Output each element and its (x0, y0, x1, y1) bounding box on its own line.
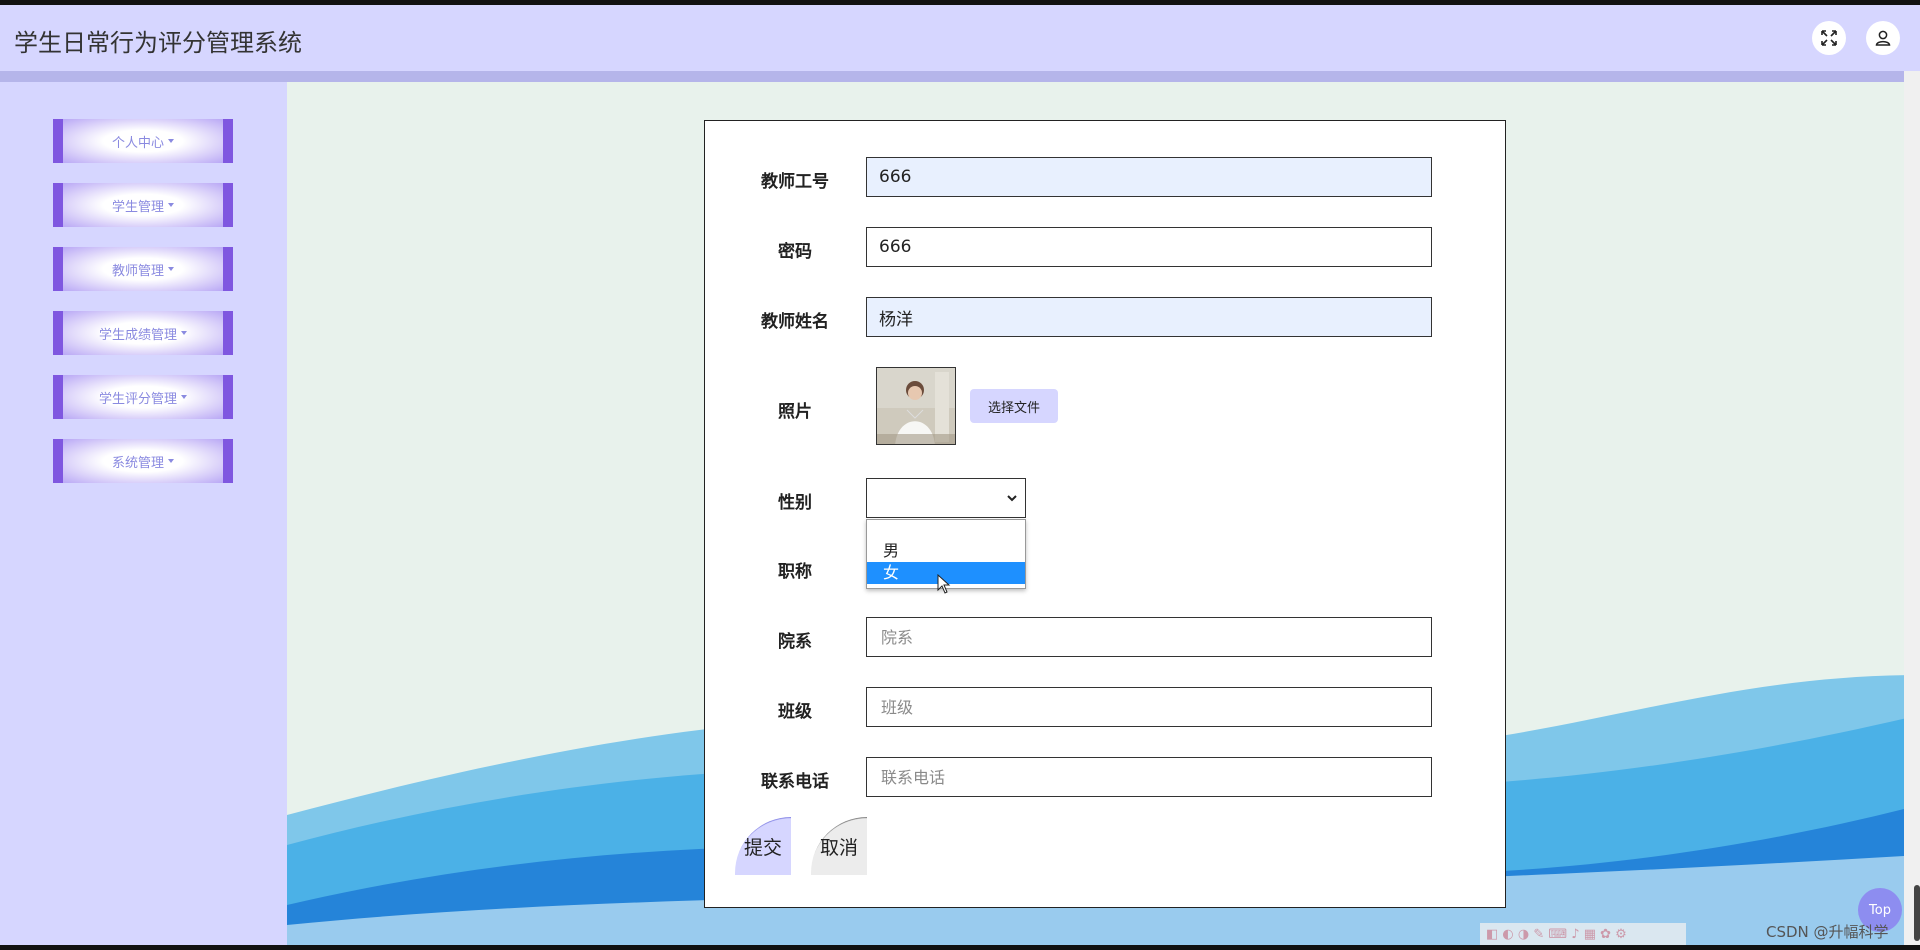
teacher-photo-image (877, 368, 955, 444)
class-input[interactable] (879, 696, 1419, 718)
photo-label: 照片 (778, 402, 812, 422)
teacher-id-field[interactable]: 666 (866, 157, 1432, 197)
sidebar-item-score-management[interactable]: 学生评分管理 (53, 375, 233, 419)
sidebar-item-personal-center[interactable]: 个人中心 (53, 119, 233, 163)
caret-down-icon (181, 331, 187, 335)
ime-icons: ◧ ◐ ◑ ✎ ⌨ ♪ ▦ ✿ ⚙ (1486, 926, 1627, 942)
sidebar-item-label: 个人中心 (111, 135, 164, 151)
title-label: 职称 (778, 562, 812, 582)
choose-file-button[interactable]: 选择文件 (970, 389, 1058, 423)
mouse-cursor-icon (937, 574, 951, 594)
sidebar-item-label: 学生评分管理 (98, 391, 177, 407)
sidebar-item-label: 教师管理 (111, 263, 164, 279)
gender-dropdown: 男 女 (866, 519, 1026, 594)
department-label: 院系 (778, 632, 812, 652)
password-label: 密码 (778, 242, 812, 262)
teacher-id-label: 教师工号 (761, 172, 829, 192)
watermark: CSDN @升幅科学 (1766, 923, 1889, 941)
top-bar-divider (0, 71, 1904, 82)
teacher-id-value: 666 (879, 167, 912, 187)
gender-label: 性别 (778, 493, 812, 513)
teacher-form: 教师工号 666 密码 666 教师姓名 杨洋 照片 选择文件 性别 职称 男 … (704, 120, 1506, 908)
class-field[interactable] (866, 687, 1432, 727)
class-label: 班级 (778, 702, 812, 722)
page-scrollbar[interactable] (1904, 71, 1920, 945)
sidebar-item-label: 系统管理 (111, 455, 164, 471)
app-frame: 学生日常行为评分管理系统 个人中心 学生管理 教师管理 学生成绩管理 学生评分管 (0, 5, 1920, 945)
sidebar: 个人中心 学生管理 教师管理 学生成绩管理 学生评分管理 系统管理 (0, 82, 287, 945)
gender-option-male[interactable]: 男 (867, 540, 1025, 562)
sidebar-item-teacher-management[interactable]: 教师管理 (53, 247, 233, 291)
caret-down-icon (181, 395, 187, 399)
department-field[interactable] (866, 617, 1432, 657)
teacher-photo (876, 367, 956, 445)
app-title: 学生日常行为评分管理系统 (14, 29, 302, 57)
department-input[interactable] (879, 626, 1419, 648)
sidebar-item-grade-management[interactable]: 学生成绩管理 (53, 311, 233, 355)
teacher-name-value: 杨洋 (879, 309, 913, 330)
caret-down-icon (168, 139, 174, 143)
phone-label: 联系电话 (761, 772, 829, 792)
sidebar-item-label: 学生成绩管理 (98, 327, 177, 343)
caret-down-icon (168, 203, 174, 207)
ime-toolbar: ◧ ◐ ◑ ✎ ⌨ ♪ ▦ ✿ ⚙ (1480, 923, 1686, 945)
scrollbar-thumb[interactable] (1914, 885, 1920, 941)
sidebar-item-student-management[interactable]: 学生管理 (53, 183, 233, 227)
fullscreen-button[interactable] (1812, 21, 1846, 55)
teacher-name-label: 教师姓名 (761, 312, 829, 332)
sidebar-item-label: 学生管理 (111, 199, 164, 215)
teacher-name-field[interactable]: 杨洋 (866, 297, 1432, 337)
sidebar-item-system-management[interactable]: 系统管理 (53, 439, 233, 483)
user-icon (1875, 30, 1891, 46)
caret-down-icon (168, 267, 174, 271)
user-button[interactable] (1866, 21, 1900, 55)
phone-input[interactable] (879, 766, 1419, 788)
password-field[interactable]: 666 (866, 227, 1432, 267)
caret-down-icon (168, 459, 174, 463)
chevron-down-icon (1007, 495, 1017, 502)
phone-field[interactable] (866, 757, 1432, 797)
fullscreen-icon (1821, 30, 1837, 46)
submit-button[interactable]: 提交 (735, 817, 791, 875)
password-value: 666 (879, 237, 912, 257)
cancel-button[interactable]: 取消 (811, 817, 867, 875)
gender-select[interactable] (866, 478, 1026, 518)
top-bar: 学生日常行为评分管理系统 (0, 5, 1920, 71)
